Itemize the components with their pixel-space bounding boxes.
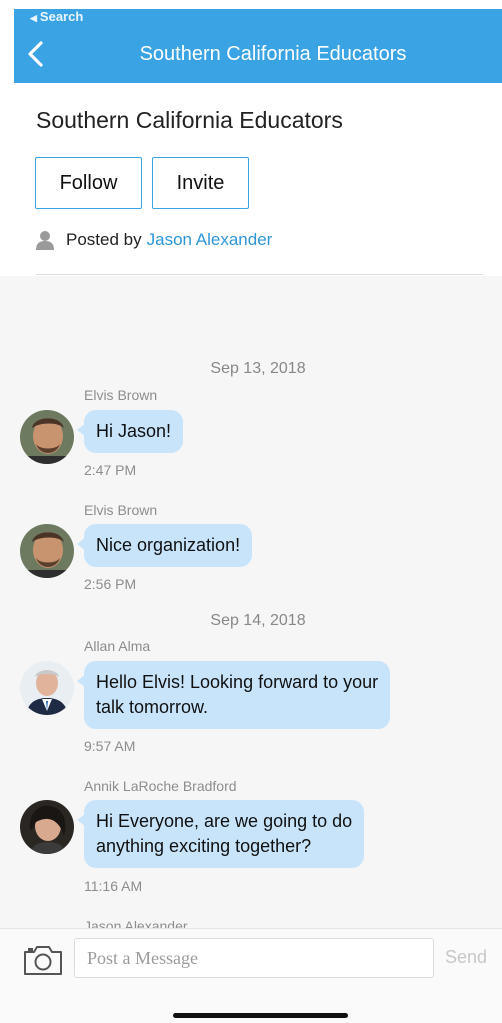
person-icon [36,231,54,250]
follow-button[interactable]: Follow [35,157,142,209]
author-link[interactable]: Jason Alexander [147,230,273,250]
message-bubble[interactable]: Hi Everyone, are we going to do anything… [76,800,365,868]
annik-avatar[interactable] [20,800,74,854]
posted-by: Posted by Jason Alexander [36,230,272,250]
back-to-search-link[interactable]: ◀ Search [30,9,83,24]
message-time: 11:16 AM [84,878,143,894]
date-separator: Sep 13, 2018 [210,360,306,377]
allan-avatar[interactable] [20,661,74,715]
elvis-avatar[interactable] [20,524,74,578]
divider [36,274,483,275]
sender-name: Elvis Brown [84,387,158,403]
elvis-avatar[interactable] [20,410,74,464]
message-bubble[interactable]: Hi Jason! [76,410,184,453]
camera-icon[interactable] [22,943,64,977]
message-time: 2:47 PM [84,462,137,478]
message-bubble[interactable]: Hello Elvis! Looking forward to your tal… [76,661,391,729]
nav-title: Southern California Educators [139,43,407,65]
invite-button[interactable]: Invite [152,157,249,209]
sender-name: Annik LaRoche Bradford [84,778,237,794]
message-feed[interactable]: Sep 13, 2018 Elvis Brown Hi Jason! 2:47 … [0,276,502,934]
posted-by-label: Posted by [66,230,142,249]
composer-bar: Send [0,928,502,1023]
sender-name: Allan Alma [84,638,151,654]
message-input[interactable] [74,938,434,978]
nav-bar: ◀ Search Southern California Educators [14,9,502,83]
message-bubble[interactable]: Nice organization! [76,524,253,567]
sender-name: Elvis Brown [84,502,158,518]
home-indicator [173,1013,348,1018]
group-title: Southern California Educators [36,107,343,133]
message-time: 9:57 AM [84,738,136,754]
back-app-label: Search [39,9,84,24]
message-time: 2:56 PM [84,576,137,592]
back-triangle-icon: ◀ [30,13,37,23]
send-button[interactable]: Send [445,947,487,968]
date-separator: Sep 14, 2018 [210,612,306,629]
